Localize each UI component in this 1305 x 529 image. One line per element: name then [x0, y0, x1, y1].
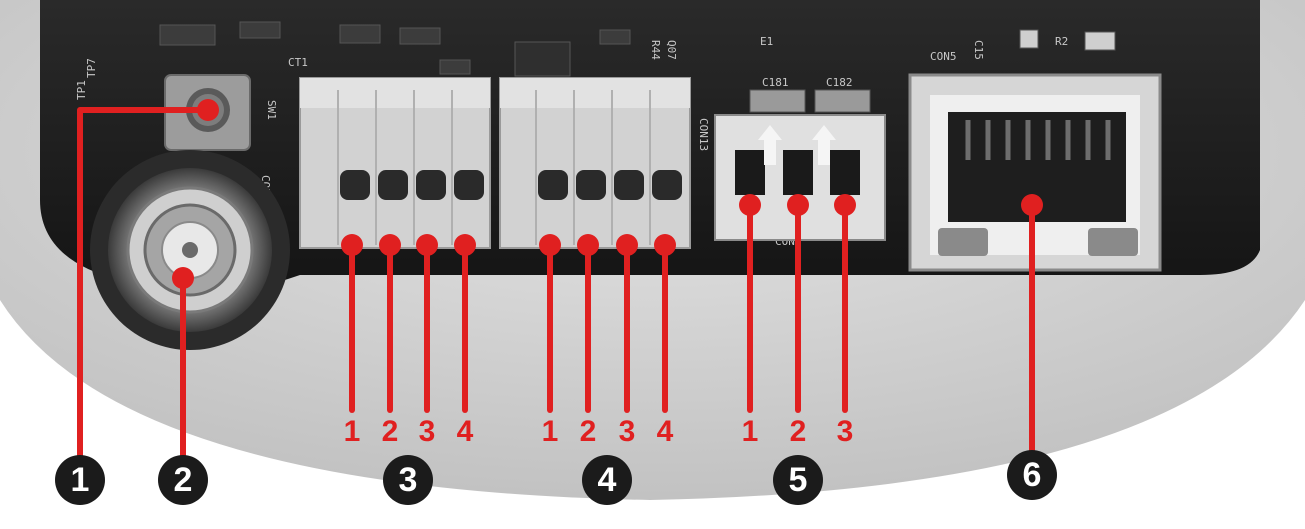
pin-label-4-3: 3 [618, 415, 636, 448]
silk-tp1: TP1 [75, 80, 88, 100]
callout-badge-2: 2 [158, 455, 208, 505]
callout-badge-3: 3 [383, 455, 433, 505]
pin-label-4-4: 4 [656, 415, 674, 448]
silk-q07: Q07 [665, 40, 678, 60]
pin-label-5-2: 2 [789, 415, 807, 448]
callout-dot-5-pin3 [834, 194, 856, 216]
silk-sw1: SW1 [265, 100, 278, 120]
callout-dot-3-pin2 [379, 234, 401, 256]
silk-ct1: CT1 [288, 56, 308, 69]
silk-e1: E1 [760, 35, 773, 48]
silk-con13: CON13 [697, 118, 710, 151]
silk-c15: C15 [972, 40, 985, 60]
callout-dot-2 [172, 267, 194, 289]
pin-label-3-1: 1 [343, 415, 361, 448]
pin-label-4-2: 2 [579, 415, 597, 448]
callout-dot-4-pin2 [577, 234, 599, 256]
pin-label-5-3: 3 [836, 415, 854, 448]
bnc-video-connector[interactable] [90, 150, 290, 350]
silk-r44: R44 [649, 40, 662, 60]
silk-con5: CON5 [930, 50, 957, 63]
callout-dot-3-pin4 [454, 234, 476, 256]
callout-dot-6 [1021, 194, 1043, 216]
callout-dot-4-pin4 [654, 234, 676, 256]
callout-dot-5-pin2 [787, 194, 809, 216]
callout-badge-5: 5 [773, 455, 823, 505]
callout-dot-5-pin1 [739, 194, 761, 216]
silk-c182: C182 [826, 76, 853, 89]
callout-dot-1 [197, 99, 219, 121]
silk-tp7: TP7 [85, 58, 98, 78]
callout-dot-3-pin3 [416, 234, 438, 256]
callout-badge-4: 4 [582, 455, 632, 505]
silk-r2: R2 [1055, 35, 1068, 48]
pin-label-3-4: 4 [456, 415, 474, 448]
pin-label-5-1: 1 [741, 415, 759, 448]
callout-badge-1: 1 [55, 455, 105, 505]
pin-label-4-1: 1 [541, 415, 559, 448]
pin-label-3-3: 3 [418, 415, 436, 448]
pin-label-3-2: 2 [381, 415, 399, 448]
callout-dot-3-pin1 [341, 234, 363, 256]
camera-connector-panel: TP7 TP1 SW1 CT1 CON6 CON13 CON8 CON5 R44… [0, 0, 1305, 529]
terminal-block-4[interactable] [499, 77, 691, 249]
power-connector-5-pins [735, 150, 860, 195]
callout-dot-4-pin3 [616, 234, 638, 256]
callout-badge-6: 6 [1007, 450, 1057, 500]
silk-c181: C181 [762, 76, 789, 89]
terminal-block-3[interactable] [299, 77, 491, 249]
callout-dot-4-pin1 [539, 234, 561, 256]
